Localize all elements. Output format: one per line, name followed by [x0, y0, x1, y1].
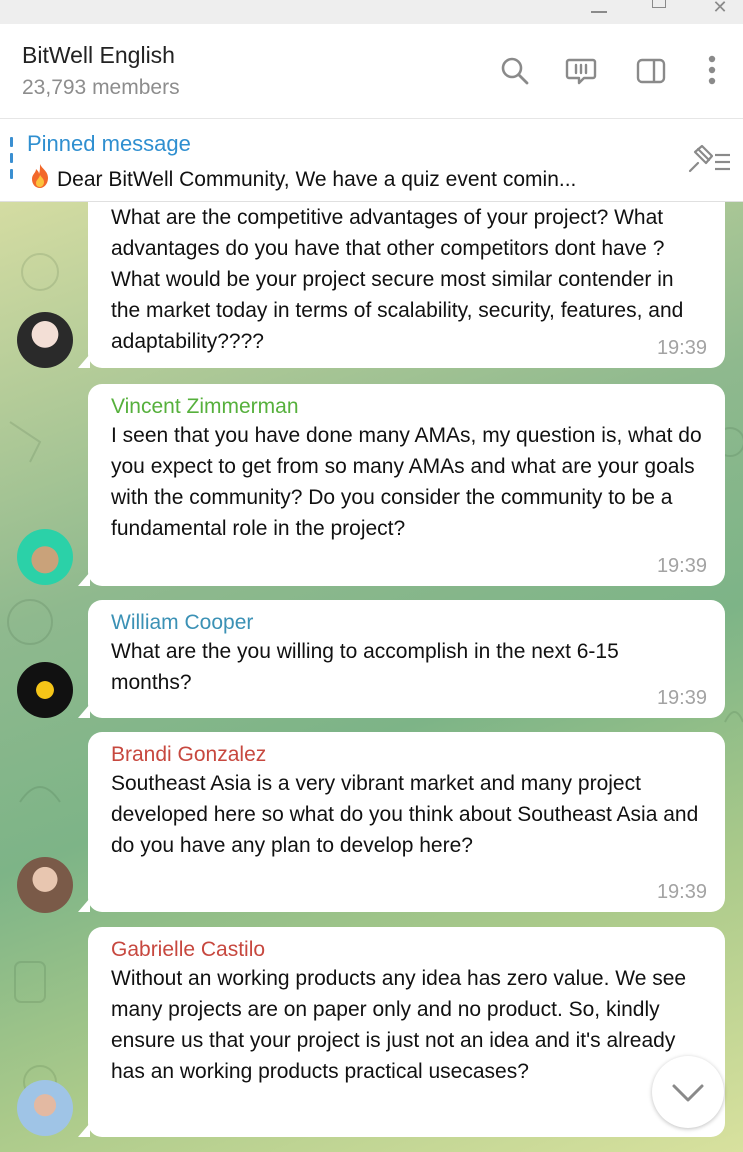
message-bubble: Brandi Gonzalez Southeast Asia is a very…: [78, 732, 725, 912]
message-text: I seen that you have done many AMAs, my …: [111, 424, 702, 540]
pinned-text-row: Dear BitWell Community, We have a quiz e…: [27, 163, 667, 192]
pinned-text: Dear BitWell Community, We have a quiz e…: [57, 168, 577, 191]
close-icon[interactable]: ✕: [700, 0, 740, 24]
fire-icon: [32, 164, 48, 188]
chat-title: BitWell English: [22, 42, 175, 68]
window-titlebar: ✕: [0, 0, 743, 24]
message-bubble: William Cooper What are the you willing …: [78, 600, 725, 718]
scroll-to-bottom-button[interactable]: [652, 1056, 724, 1128]
message-text: What are the competitive advantages of y…: [111, 206, 684, 353]
pinned-indicator: [10, 137, 13, 187]
sender-name[interactable]: Vincent Zimmerman: [111, 394, 705, 420]
chat-area[interactable]: What are the competitive advantages of y…: [0, 202, 743, 1152]
message-bubble: Gabrielle Castilo Without an working pro…: [78, 927, 725, 1137]
message-text: What are the you willing to accomplish i…: [111, 640, 619, 694]
side-panel-icon[interactable]: [634, 54, 668, 88]
sender-name[interactable]: Gabrielle Castilo: [111, 937, 705, 963]
message-text: Southeast Asia is a very vibrant market …: [111, 772, 699, 857]
pinned-title: Pinned message: [27, 131, 191, 156]
member-count: 23,793 members: [22, 76, 180, 99]
sender-name[interactable]: William Cooper: [111, 610, 705, 636]
live-chat-icon[interactable]: [564, 54, 598, 88]
message-bubble: Vincent Zimmerman I seen that you have d…: [78, 384, 725, 586]
maximize-icon[interactable]: [640, 0, 680, 24]
message-bubble: What are the competitive advantages of y…: [78, 202, 725, 368]
avatar[interactable]: [17, 857, 73, 913]
sender-name[interactable]: Brandi Gonzalez: [111, 742, 705, 768]
message-time: 19:39: [656, 881, 707, 903]
pinned-message-bar[interactable]: Pinned message Dear BitWell Community, W…: [0, 119, 743, 202]
more-icon[interactable]: [698, 54, 732, 88]
avatar[interactable]: [17, 312, 73, 368]
avatar[interactable]: [17, 529, 73, 585]
minimize-icon[interactable]: [578, 0, 618, 24]
message-time: 19:39: [656, 687, 707, 709]
chevron-down-icon: [672, 1084, 704, 1102]
message-time: 19:39: [656, 555, 707, 577]
avatar[interactable]: [17, 1080, 73, 1136]
avatar[interactable]: [17, 662, 73, 718]
search-icon[interactable]: [498, 54, 532, 88]
message-text: Without an working products any idea has…: [111, 967, 687, 1083]
pinned-list-icon[interactable]: [684, 143, 732, 179]
chat-header[interactable]: BitWell English 23,793 members: [0, 24, 743, 119]
message-time: 19:39: [656, 337, 707, 359]
